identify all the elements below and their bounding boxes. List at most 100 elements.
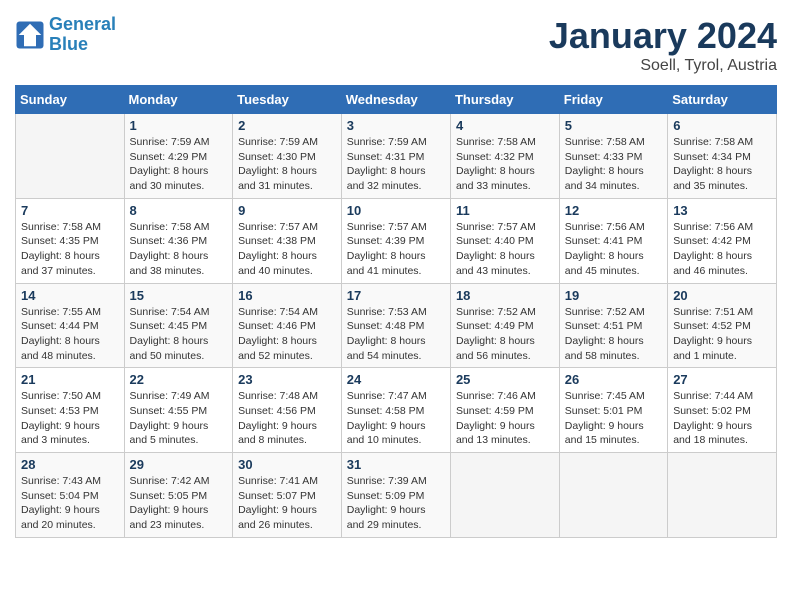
calendar-cell-1-4: 11Sunrise: 7:57 AM Sunset: 4:40 PM Dayli… [450,198,559,283]
day-info: Sunrise: 7:47 AM Sunset: 4:58 PM Dayligh… [347,389,445,448]
day-info: Sunrise: 7:52 AM Sunset: 4:49 PM Dayligh… [456,305,554,364]
calendar-cell-0-0 [16,114,125,199]
day-number: 3 [347,118,445,133]
day-number: 23 [238,372,336,387]
calendar-cell-4-6 [668,453,777,538]
day-info: Sunrise: 7:57 AM Sunset: 4:38 PM Dayligh… [238,220,336,279]
calendar-cell-4-4 [450,453,559,538]
calendar-subtitle: Soell, Tyrol, Austria [549,57,777,75]
day-info: Sunrise: 7:50 AM Sunset: 4:53 PM Dayligh… [21,389,119,448]
calendar-cell-3-3: 24Sunrise: 7:47 AM Sunset: 4:58 PM Dayli… [341,368,450,453]
calendar-row-3: 21Sunrise: 7:50 AM Sunset: 4:53 PM Dayli… [16,368,777,453]
calendar-cell-4-0: 28Sunrise: 7:43 AM Sunset: 5:04 PM Dayli… [16,453,125,538]
day-number: 20 [673,288,771,303]
day-info: Sunrise: 7:46 AM Sunset: 4:59 PM Dayligh… [456,389,554,448]
calendar-cell-3-0: 21Sunrise: 7:50 AM Sunset: 4:53 PM Dayli… [16,368,125,453]
day-number: 30 [238,457,336,472]
calendar-cell-4-1: 29 Sunrise: 7:42 AM Sunset: 5:05 PM Dayli… [124,453,233,538]
day-info: Sunrise: 7:59 AM Sunset: 4:31 PM Dayligh… [347,135,445,194]
calendar-cell-3-5: 26 Sunrise: 7:45 AM Sunset: 5:01 PM Dayli… [559,368,667,453]
day-info: Sunrise: 7:52 AM Sunset: 4:51 PM Dayligh… [565,305,662,364]
day-info: Sunrise: 7:42 AM Sunset: 5:05 PM Dayligh… [130,474,228,533]
day-number: 4 [456,118,554,133]
calendar-cell-1-3: 10 Sunrise: 7:57 AM Sunset: 4:39 PM Dayli… [341,198,450,283]
day-number: 13 [673,203,771,218]
day-number: 16 [238,288,336,303]
weekday-header-thursday: Thursday [450,86,559,114]
calendar-cell-0-6: 6Sunrise: 7:58 AM Sunset: 4:34 PM Daylig… [668,114,777,199]
day-number: 29 [130,457,228,472]
calendar-cell-3-6: 27Sunrise: 7:44 AM Sunset: 5:02 PM Dayli… [668,368,777,453]
calendar-cell-1-2: 9Sunrise: 7:57 AM Sunset: 4:38 PM Daylig… [233,198,342,283]
day-info: Sunrise: 7:44 AM Sunset: 5:02 PM Dayligh… [673,389,771,448]
day-number: 2 [238,118,336,133]
day-number: 5 [565,118,662,133]
day-number: 28 [21,457,119,472]
calendar-table: SundayMondayTuesdayWednesdayThursdayFrid… [15,85,777,538]
day-number: 26 [565,372,662,387]
logo-icon [15,20,45,50]
title-area: January 2024 Soell, Tyrol, Austria [549,15,777,75]
day-info: Sunrise: 7:58 AM Sunset: 4:36 PM Dayligh… [130,220,228,279]
weekday-header-wednesday: Wednesday [341,86,450,114]
day-info: Sunrise: 7:56 AM Sunset: 4:42 PM Dayligh… [673,220,771,279]
day-number: 25 [456,372,554,387]
weekday-header-row: SundayMondayTuesdayWednesdayThursdayFrid… [16,86,777,114]
weekday-header-tuesday: Tuesday [233,86,342,114]
calendar-row-2: 14Sunrise: 7:55 AM Sunset: 4:44 PM Dayli… [16,283,777,368]
day-number: 22 [130,372,228,387]
day-info: Sunrise: 7:59 AM Sunset: 4:29 PM Dayligh… [130,135,228,194]
calendar-cell-4-5 [559,453,667,538]
day-info: Sunrise: 7:58 AM Sunset: 4:33 PM Dayligh… [565,135,662,194]
calendar-cell-1-1: 8 Sunrise: 7:58 AM Sunset: 4:36 PM Daylig… [124,198,233,283]
day-number: 6 [673,118,771,133]
calendar-cell-3-2: 23 Sunrise: 7:48 AM Sunset: 4:56 PM Dayli… [233,368,342,453]
day-info: Sunrise: 7:49 AM Sunset: 4:55 PM Dayligh… [130,389,228,448]
calendar-cell-2-0: 14Sunrise: 7:55 AM Sunset: 4:44 PM Dayli… [16,283,125,368]
day-number: 7 [21,203,119,218]
calendar-cell-1-6: 13 Sunrise: 7:56 AM Sunset: 4:42 PM Dayli… [668,198,777,283]
logo: General Blue [15,15,116,55]
page-header: General Blue January 2024 Soell, Tyrol, … [15,15,777,75]
calendar-cell-2-4: 18Sunrise: 7:52 AM Sunset: 4:49 PM Dayli… [450,283,559,368]
weekday-header-sunday: Sunday [16,86,125,114]
calendar-cell-2-5: 19Sunrise: 7:52 AM Sunset: 4:51 PM Dayli… [559,283,667,368]
calendar-cell-0-5: 5 Sunrise: 7:58 AM Sunset: 4:33 PM Daylig… [559,114,667,199]
day-info: Sunrise: 7:54 AM Sunset: 4:46 PM Dayligh… [238,305,336,364]
calendar-cell-2-3: 17 Sunrise: 7:53 AM Sunset: 4:48 PM Dayli… [341,283,450,368]
day-number: 15 [130,288,228,303]
calendar-body: 1 Sunrise: 7:59 AM Sunset: 4:29 PM Daylig… [16,114,777,538]
weekday-header-monday: Monday [124,86,233,114]
logo-line1: General [49,14,116,34]
day-number: 31 [347,457,445,472]
day-info: Sunrise: 7:58 AM Sunset: 4:32 PM Dayligh… [456,135,554,194]
calendar-cell-3-1: 22 Sunrise: 7:49 AM Sunset: 4:55 PM Dayli… [124,368,233,453]
weekday-header-friday: Friday [559,86,667,114]
day-info: Sunrise: 7:45 AM Sunset: 5:01 PM Dayligh… [565,389,662,448]
calendar-row-0: 1 Sunrise: 7:59 AM Sunset: 4:29 PM Daylig… [16,114,777,199]
day-info: Sunrise: 7:57 AM Sunset: 4:39 PM Dayligh… [347,220,445,279]
day-number: 10 [347,203,445,218]
calendar-cell-0-2: 2Sunrise: 7:59 AM Sunset: 4:30 PM Daylig… [233,114,342,199]
day-info: Sunrise: 7:53 AM Sunset: 4:48 PM Dayligh… [347,305,445,364]
calendar-cell-0-4: 4 Sunrise: 7:58 AM Sunset: 4:32 PM Daylig… [450,114,559,199]
calendar-cell-2-2: 16 Sunrise: 7:54 AM Sunset: 4:46 PM Dayli… [233,283,342,368]
day-info: Sunrise: 7:58 AM Sunset: 4:35 PM Dayligh… [21,220,119,279]
day-info: Sunrise: 7:51 AM Sunset: 4:52 PM Dayligh… [673,305,771,364]
day-info: Sunrise: 7:56 AM Sunset: 4:41 PM Dayligh… [565,220,662,279]
day-info: Sunrise: 7:39 AM Sunset: 5:09 PM Dayligh… [347,474,445,533]
day-number: 1 [130,118,228,133]
day-number: 8 [130,203,228,218]
day-number: 17 [347,288,445,303]
day-info: Sunrise: 7:57 AM Sunset: 4:40 PM Dayligh… [456,220,554,279]
weekday-header-saturday: Saturday [668,86,777,114]
calendar-cell-0-3: 3 Sunrise: 7:59 AM Sunset: 4:31 PM Daylig… [341,114,450,199]
day-info: Sunrise: 7:41 AM Sunset: 5:07 PM Dayligh… [238,474,336,533]
calendar-cell-4-2: 30 Sunrise: 7:41 AM Sunset: 5:07 PM Dayli… [233,453,342,538]
day-number: 12 [565,203,662,218]
calendar-cell-1-5: 12 Sunrise: 7:56 AM Sunset: 4:41 PM Dayli… [559,198,667,283]
day-info: Sunrise: 7:48 AM Sunset: 4:56 PM Dayligh… [238,389,336,448]
calendar-cell-2-6: 20 Sunrise: 7:51 AM Sunset: 4:52 PM Dayli… [668,283,777,368]
calendar-cell-2-1: 15Sunrise: 7:54 AM Sunset: 4:45 PM Dayli… [124,283,233,368]
calendar-cell-3-4: 25 Sunrise: 7:46 AM Sunset: 4:59 PM Dayli… [450,368,559,453]
